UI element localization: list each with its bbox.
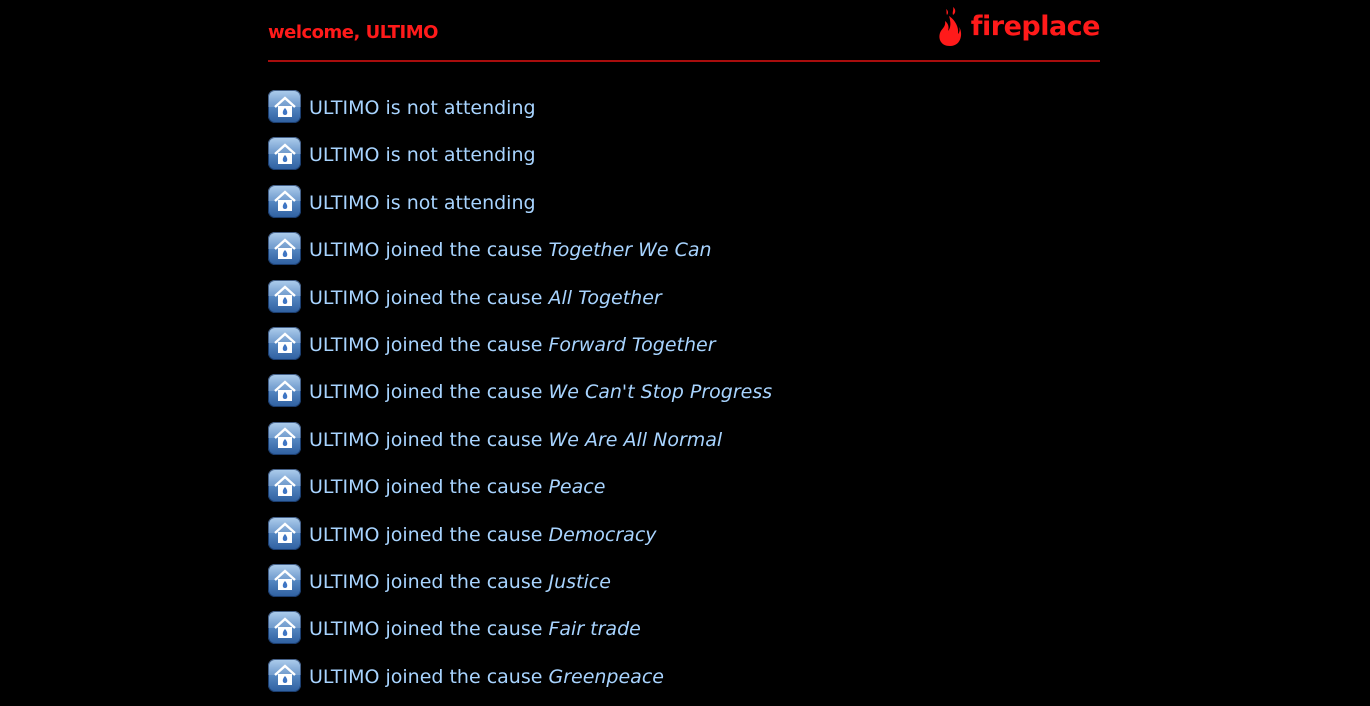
feed-text: ULTIMO joined the cause Peace bbox=[309, 469, 605, 505]
home-flame-app-icon[interactable] bbox=[268, 421, 301, 455]
home-flame-app-icon[interactable] bbox=[268, 469, 301, 503]
home-flame-app-icon[interactable] bbox=[268, 374, 301, 408]
feed-item: ULTIMO joined the cause We Are All Norma… bbox=[268, 421, 772, 469]
activity-text: ULTIMO joined the cause bbox=[309, 618, 549, 641]
activity-text: ULTIMO joined the cause bbox=[309, 333, 549, 356]
header: welcome, ULTIMO fireplace bbox=[268, 0, 1101, 62]
home-flame-app-icon[interactable] bbox=[268, 137, 301, 171]
cause-name[interactable]: Greenpeace bbox=[548, 666, 663, 688]
feed-item: ULTIMO is not attending bbox=[268, 137, 772, 184]
cause-name[interactable]: Forward Together bbox=[548, 334, 715, 356]
activity-text: ULTIMO joined the cause bbox=[309, 428, 549, 451]
feed-text: ULTIMO joined the cause We Can't Stop Pr… bbox=[309, 374, 772, 410]
activity-text: ULTIMO joined the cause bbox=[309, 239, 549, 262]
logo-text: fireplace bbox=[970, 10, 1101, 42]
activity-text: ULTIMO joined the cause bbox=[309, 570, 549, 593]
cause-name[interactable]: We Can't Stop Progress bbox=[548, 381, 772, 403]
activity-text: ULTIMO joined the cause bbox=[309, 665, 549, 688]
home-flame-app-icon[interactable] bbox=[268, 516, 301, 550]
cause-name[interactable]: All Together bbox=[548, 287, 661, 309]
cause-name[interactable]: Justice bbox=[548, 571, 610, 593]
home-flame-app-icon[interactable] bbox=[268, 326, 301, 360]
feed-text: ULTIMO is not attending bbox=[309, 90, 536, 126]
activity-text: ULTIMO is not attending bbox=[309, 144, 536, 167]
feed-item: ULTIMO joined the cause Democracy bbox=[268, 516, 772, 564]
feed-item: ULTIMO joined the cause We Can't Stop Pr… bbox=[268, 374, 772, 421]
feed-item: ULTIMO joined the cause Together We Can bbox=[268, 232, 772, 279]
cause-name[interactable]: Peace bbox=[548, 476, 605, 498]
fireplace-logo[interactable]: fireplace bbox=[937, 4, 1101, 48]
activity-feed: ULTIMO is not attending ULTIMO is not at… bbox=[268, 90, 772, 706]
feed-item: ULTIMO joined the cause Justice bbox=[268, 563, 772, 611]
cause-name[interactable]: Together We Can bbox=[548, 239, 711, 261]
feed-text: ULTIMO joined the cause Fair trade bbox=[309, 611, 641, 647]
feed-item: ULTIMO is not attending bbox=[268, 184, 772, 232]
cause-name[interactable]: Fair trade bbox=[548, 618, 640, 640]
activity-text: ULTIMO joined the cause bbox=[309, 381, 549, 404]
feed-item: ULTIMO joined the cause Greenpeace bbox=[268, 658, 772, 706]
feed-text: ULTIMO joined the cause Democracy bbox=[309, 517, 657, 553]
feed-text: ULTIMO joined the cause All Together bbox=[309, 280, 662, 316]
feed-item: ULTIMO is not attending bbox=[268, 90, 772, 137]
home-flame-app-icon[interactable] bbox=[268, 279, 301, 313]
feed-text: ULTIMO is not attending bbox=[309, 185, 536, 221]
feed-text: ULTIMO joined the cause Justice bbox=[309, 564, 611, 600]
feed-text: ULTIMO joined the cause Forward Together bbox=[309, 327, 716, 363]
feed-item: ULTIMO joined the cause Forward Together bbox=[268, 326, 772, 374]
feed-text: ULTIMO joined the cause Greenpeace bbox=[309, 659, 664, 695]
home-flame-app-icon[interactable] bbox=[268, 90, 301, 123]
activity-text: ULTIMO is not attending bbox=[309, 97, 536, 119]
home-flame-app-icon[interactable] bbox=[268, 232, 301, 266]
feed-text: ULTIMO joined the cause Together We Can bbox=[309, 232, 712, 268]
home-flame-app-icon[interactable] bbox=[268, 611, 301, 645]
feed-text: ULTIMO joined the cause We Are All Norma… bbox=[309, 422, 722, 458]
activity-text: ULTIMO is not attending bbox=[309, 191, 536, 214]
activity-text: ULTIMO joined the cause bbox=[309, 476, 549, 499]
home-flame-app-icon[interactable] bbox=[268, 563, 301, 597]
feed-item: ULTIMO joined the cause Peace bbox=[268, 469, 772, 516]
activity-text: ULTIMO joined the cause bbox=[309, 286, 549, 309]
cause-name[interactable]: Democracy bbox=[548, 524, 656, 546]
home-flame-app-icon[interactable] bbox=[268, 184, 301, 218]
activity-text: ULTIMO joined the cause bbox=[309, 523, 549, 546]
welcome-message: welcome, ULTIMO bbox=[268, 22, 438, 43]
feed-item: ULTIMO joined the cause All Together bbox=[268, 279, 772, 327]
feed-item: ULTIMO joined the cause Fair trade bbox=[268, 611, 772, 658]
home-flame-app-icon[interactable] bbox=[268, 658, 301, 692]
feed-text: ULTIMO is not attending bbox=[309, 137, 536, 173]
cause-name[interactable]: We Are All Normal bbox=[548, 429, 722, 451]
flame-icon bbox=[939, 7, 961, 46]
